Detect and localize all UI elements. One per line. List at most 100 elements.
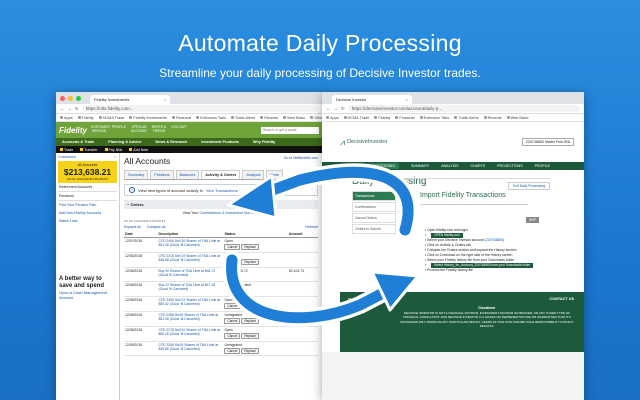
order-description-link[interactable]: Buy 22 Shares of TNA Limit at $47.18 (Go… (157, 281, 224, 298)
di-nav-item[interactable]: PROJECTIONS (497, 164, 523, 168)
customize-link[interactable]: Customize (58, 155, 76, 159)
back-icon[interactable]: ← (326, 106, 331, 111)
reload-icon[interactable]: ↻ (341, 106, 345, 112)
fidelity-logo[interactable]: Fidelity (59, 126, 87, 135)
back-icon[interactable]: ← (60, 106, 65, 111)
processing-step[interactable]: Confirmations (352, 202, 396, 212)
commissions-link[interactable]: Commissions & Investment Summary (200, 211, 260, 215)
bookmark-item[interactable]: Recents (260, 116, 278, 120)
footer-logo[interactable]: Decisive Investor (348, 298, 386, 304)
di-nav-item[interactable]: PROFILE (535, 164, 550, 168)
cancel-button[interactable]: Cancel (224, 347, 241, 354)
bookmark-item[interactable]: Trade Alerts (230, 116, 255, 120)
bookmark-item[interactable]: Extension Tabs (196, 116, 226, 120)
processing-step[interactable]: Cancel Orders (352, 213, 396, 223)
order-description-link[interactable]: CFD 2309 Sell 22 Shares of TNA Limit at … (157, 296, 224, 312)
bookmark-item[interactable]: Extension Tabs (419, 116, 449, 120)
top-nav-item[interactable]: OPEN AN ACCOUNT (131, 125, 147, 134)
browser-tab-decisive-investor[interactable]: Decisive Investor × (332, 95, 412, 104)
order-description-link[interactable]: CFD 2278 Sell 10 Shares of TNA Limit at … (157, 326, 224, 342)
sub-nav-item[interactable]: Add Note (129, 147, 148, 152)
replace-button[interactable]: Replace (241, 258, 260, 265)
orders-section-header[interactable]: − Orders (124, 200, 318, 209)
bookmark-item[interactable]: Fidelity Investments (129, 116, 167, 120)
main-nav-item[interactable]: Accounts & Trade (62, 140, 94, 144)
cancel-button[interactable]: Cancel (224, 332, 241, 339)
account-tab[interactable]: Summary (124, 170, 149, 179)
processing-step[interactable]: Transactions (352, 191, 396, 201)
sidebar-item-retirement[interactable]: Retirement Accounts (58, 183, 117, 192)
refresh-link[interactable]: Refresh (305, 225, 318, 229)
replace-button[interactable]: Replace (241, 347, 260, 354)
bookmark-item[interactable]: Web Basic (506, 116, 529, 120)
bookmark-item[interactable]: Financial (395, 116, 415, 120)
forward-icon[interactable]: → (334, 106, 339, 111)
account-tab[interactable]: Activity & Orders (201, 170, 241, 179)
your-transactions-link[interactable]: Your Transactions (206, 188, 238, 193)
bookmark-item[interactable]: Apps (326, 116, 339, 120)
reload-icon[interactable]: ↻ (75, 106, 79, 112)
top-nav-item[interactable]: PROFILE (111, 125, 127, 134)
collapse-all-link[interactable]: Collapse all (147, 225, 166, 229)
sidebar-item-pensions[interactable]: Pensions (58, 192, 117, 201)
account-tab[interactable]: Balances (175, 170, 200, 179)
replace-button[interactable]: Replace (241, 244, 260, 250)
account-tab[interactable]: Positions (150, 170, 174, 179)
replace-button[interactable]: Replace (241, 303, 260, 310)
di-nav-item[interactable]: CHARTS (470, 164, 485, 168)
cancel-button[interactable]: Cancel (224, 244, 241, 250)
cancel-button[interactable]: Cancel (224, 303, 241, 310)
order-description-link[interactable]: CFD 2288 Sell 8 Shares of TNA Limit at $… (157, 311, 224, 327)
top-nav-item[interactable]: LOG OUT (171, 125, 187, 134)
bookmark-item[interactable]: Fidelity (374, 116, 390, 120)
sub-nav-item[interactable]: Trade (60, 147, 73, 152)
top-nav-item[interactable]: CUSTOMER SERVICE (91, 125, 110, 134)
processing-step[interactable]: Orders to Submit (352, 224, 396, 234)
bookmark-item[interactable]: Web Basic (283, 116, 305, 120)
close-tab-icon[interactable]: × (164, 95, 166, 104)
contact-us-link[interactable]: CONTACT US (549, 297, 574, 301)
forward-icon[interactable]: → (68, 106, 73, 111)
account-select[interactable]: Z20748883 Martin Frnk IRA (521, 138, 574, 146)
replace-button[interactable]: Replace (241, 317, 260, 324)
netbenefits-link[interactable]: Go to NetBenefits.com (284, 156, 318, 160)
bookmark-item[interactable]: HCMA Trade (343, 116, 369, 120)
expand-sidebar-icon[interactable]: ⇔ (113, 155, 117, 159)
bookmark-item[interactable]: Fidelity (77, 116, 94, 120)
main-nav-item[interactable]: News & Research (155, 140, 187, 144)
bookmark-item[interactable]: Other Bookmarks (310, 116, 322, 120)
main-nav-item[interactable]: Planning & Advice (108, 140, 141, 144)
account-tab[interactable]: Analysis (242, 170, 265, 179)
main-nav-item[interactable]: Why Fidelity (253, 140, 275, 144)
top-nav-item[interactable]: REFER A FRIEND (151, 125, 167, 134)
expand-all-link[interactable]: Expand all (124, 225, 141, 229)
di-nav-item[interactable]: DAILY PROCESSING (355, 163, 399, 169)
add-accounts-link[interactable]: Add Non-Fidelity Accounts (58, 209, 117, 217)
order-description-link[interactable]: CFD 2315 Sell 19 Shares of TNA Limit at … (157, 252, 224, 268)
account-tab[interactable]: More (266, 170, 284, 179)
watch-lists-link[interactable]: Watch Lists (58, 217, 117, 225)
cancel-button[interactable]: Cancel (224, 317, 241, 324)
url-input[interactable]: https://decisiveinvestor.com/account/dai… (347, 105, 580, 112)
exit-daily-processing-button[interactable]: Exit Daily Processing (508, 182, 550, 190)
promo-link[interactable]: Open a Cash Management Account (59, 290, 116, 300)
bookmark-item[interactable]: Apps (60, 116, 73, 120)
search-input[interactable]: Search or get a quote (261, 126, 319, 134)
all-accounts-card[interactable]: All Accounts $213,638.21 AS OF 12/21/201… (58, 161, 117, 183)
di-nav-item[interactable]: SUMMARY (411, 164, 429, 168)
replace-button[interactable]: Replace (241, 332, 260, 339)
skip-button[interactable]: SKIP (526, 217, 540, 223)
minimize-window-icon[interactable] (68, 95, 73, 101)
close-tab-icon[interactable]: × (406, 95, 408, 104)
sub-nav-item[interactable]: Pay Bills (104, 147, 122, 152)
browser-tab-fidelity[interactable]: Fidelity Investments × (90, 95, 170, 104)
find-pension-link[interactable]: Find Your Pension Plan (58, 201, 117, 209)
account-link[interactable]: (Z20748883) (485, 238, 504, 242)
bookmark-item[interactable]: Financial (171, 116, 191, 120)
sub-nav-item[interactable]: Transfer (80, 147, 98, 152)
main-nav-item[interactable]: Investment Products (201, 140, 239, 144)
order-description-link[interactable]: CFD 2255 Sell 8 Shares of TNA Limit at $… (157, 341, 224, 357)
bookmark-item[interactable]: HCMA Trade (98, 116, 124, 120)
collapse-orders-icon[interactable]: − (127, 202, 129, 207)
cancel-button[interactable]: Cancel (224, 258, 241, 265)
